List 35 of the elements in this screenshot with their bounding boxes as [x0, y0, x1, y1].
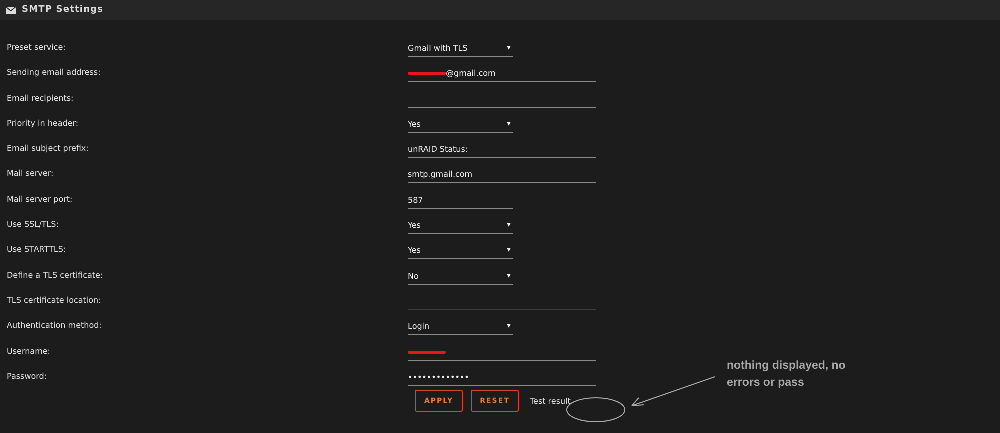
field-label: Use STARTTLS: [6, 244, 68, 256]
field-label: TLS certificate location: [6, 294, 102, 307]
field-label: Authentication method: [6, 320, 103, 332]
window-title: SMTP Settings [22, 5, 104, 15]
test-result-label: Test result [530, 396, 571, 406]
field-label: Use SSL/TLS: [6, 219, 60, 232]
field-label: Sending email address: [6, 67, 102, 80]
field-label: Email subject prefix: [6, 143, 90, 156]
password-field[interactable]: ••••••••••••• [408, 366, 596, 386]
caret-icon [507, 248, 511, 252]
field-label: Define a TLS certificate: [6, 270, 104, 282]
field-label: Mail server: [6, 168, 55, 180]
caret-icon [507, 122, 511, 126]
field-label: Email recipients: [6, 92, 75, 105]
caret-icon [507, 274, 511, 278]
dropdown[interactable]: Yes [408, 112, 513, 133]
input-field[interactable]: unRAID Status: [408, 138, 596, 158]
dropdown[interactable]: Yes [408, 239, 513, 260]
input-field[interactable]: smtp.gmail.com [408, 163, 596, 184]
caret-icon [507, 324, 511, 328]
caret-icon [507, 46, 511, 50]
input-field[interactable]: @gmail.com [408, 62, 596, 82]
field-label: Preset service: [6, 42, 67, 54]
caret-icon [507, 223, 511, 228]
dropdown[interactable]: Login [408, 315, 513, 336]
field-label: Username: [6, 346, 52, 358]
field-label: Priority in header: [6, 118, 80, 130]
field-label: Password: [6, 370, 48, 383]
annotation-text: nothing displayed, no errors or pass [727, 359, 847, 391]
field-label: Mail server port: [6, 194, 74, 206]
input-field[interactable]: 587 [408, 188, 513, 209]
envelope-icon [6, 6, 16, 14]
dropdown[interactable]: Gmail with TLS [408, 37, 513, 57]
dropdown[interactable]: Yes [408, 214, 513, 234]
dropdown[interactable]: No [408, 264, 513, 285]
